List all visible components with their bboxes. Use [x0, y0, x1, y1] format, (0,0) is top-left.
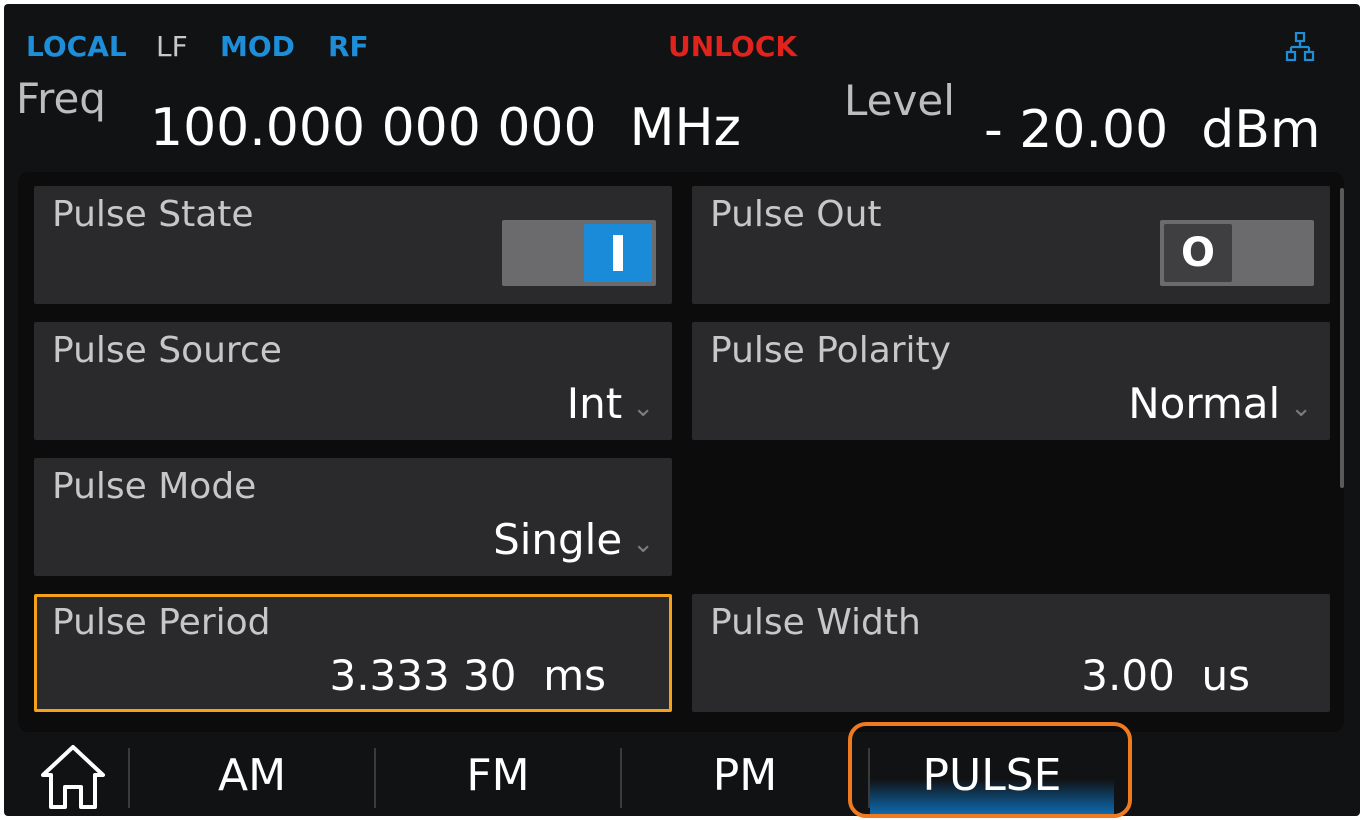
home-button[interactable] — [18, 734, 128, 816]
pulse-source-label: Pulse Source — [52, 330, 282, 371]
panel-scrollbar[interactable] — [1340, 188, 1344, 488]
tab-bar: AM FM PM PULSE — [4, 734, 1360, 816]
pulse-state-toggle[interactable] — [502, 220, 656, 286]
pulse-source-tile[interactable]: Pulse Source Int ⌄ — [34, 322, 672, 440]
on-indicator-icon — [613, 235, 623, 271]
pulse-polarity-text: Normal — [1128, 379, 1281, 428]
tab-fm[interactable]: FM — [376, 734, 620, 816]
home-icon — [41, 745, 105, 809]
status-unlock: UNLOCK — [668, 30, 798, 63]
pulse-width-value[interactable]: 3.00 us — [1081, 651, 1250, 700]
status-lf: LF — [156, 30, 188, 63]
pulse-period-tile[interactable]: Pulse Period 3.333 30 ms — [34, 594, 672, 712]
toggle-off-knob: O — [1164, 224, 1232, 282]
pulse-period-value[interactable]: 3.333 30 ms — [329, 651, 606, 700]
pulse-polarity-value[interactable]: Normal ⌄ — [1128, 379, 1312, 428]
pulse-state-label: Pulse State — [52, 194, 254, 235]
pulse-polarity-tile[interactable]: Pulse Polarity Normal ⌄ — [692, 322, 1330, 440]
pulse-out-label: Pulse Out — [710, 194, 882, 235]
pulse-polarity-label: Pulse Polarity — [710, 330, 951, 371]
network-icon — [1285, 32, 1315, 62]
pulse-source-value[interactable]: Int ⌄ — [567, 379, 654, 428]
pulse-mode-value[interactable]: Single ⌄ — [493, 515, 654, 564]
pulse-tab-highlight — [848, 722, 1132, 818]
pulse-out-tile[interactable]: Pulse Out O — [692, 186, 1330, 304]
level-value[interactable]: - 20.00 dBm — [984, 100, 1321, 160]
pulse-mode-label: Pulse Mode — [52, 466, 257, 507]
tab-am[interactable]: AM — [130, 734, 374, 816]
pulse-width-tile[interactable]: Pulse Width 3.00 us — [692, 594, 1330, 712]
tab-pm[interactable]: PM — [622, 734, 868, 816]
pulse-out-toggle[interactable]: O — [1160, 220, 1314, 286]
pulse-width-label: Pulse Width — [710, 602, 921, 643]
status-mod: MOD — [220, 30, 295, 63]
pulse-mode-tile[interactable]: Pulse Mode Single ⌄ — [34, 458, 672, 576]
pulse-source-text: Int — [566, 379, 623, 428]
pulse-mode-text: Single — [493, 515, 623, 564]
pulse-state-tile[interactable]: Pulse State — [34, 186, 672, 304]
chevron-down-icon: ⌄ — [632, 392, 654, 423]
chevron-down-icon: ⌄ — [632, 528, 654, 559]
pulse-period-label: Pulse Period — [52, 602, 271, 643]
level-label: Level — [844, 76, 955, 125]
toggle-on-knob — [584, 224, 652, 282]
freq-value[interactable]: 100.000 000 000 MHz — [150, 98, 741, 158]
freq-label: Freq — [16, 74, 106, 123]
instrument-screen: LOCAL LF MOD RF UNLOCK Freq 100.000 000 … — [4, 4, 1360, 816]
status-rf: RF — [328, 30, 369, 63]
status-local: LOCAL — [26, 30, 127, 63]
chevron-down-icon: ⌄ — [1290, 392, 1312, 423]
